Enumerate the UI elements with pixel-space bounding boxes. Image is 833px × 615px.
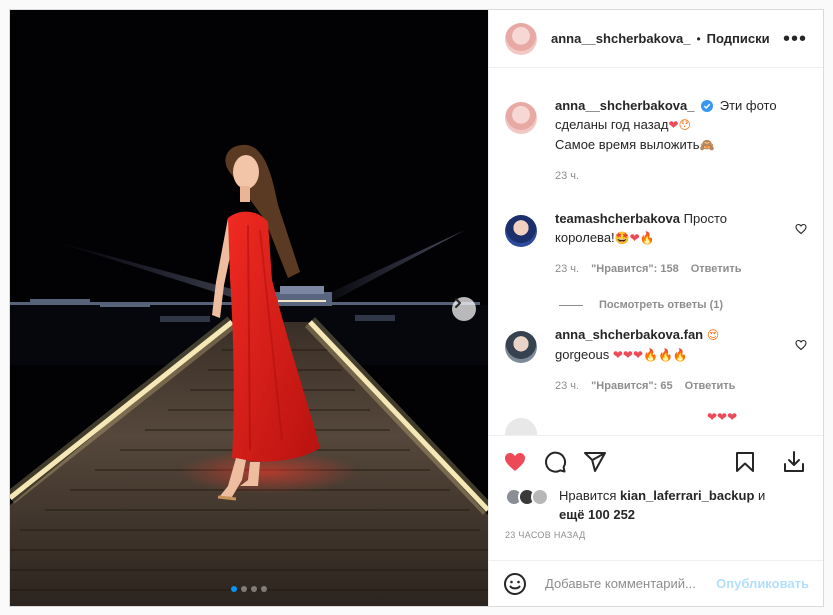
liker-avatars[interactable] (505, 488, 549, 524)
face-emoji: 😯 (678, 118, 692, 132)
red-heart-emoji: ❤ (629, 231, 640, 245)
commenter-avatar[interactable] (505, 215, 537, 247)
likes-and: и (758, 488, 766, 503)
caption-time: 23 ч. (555, 170, 580, 182)
comments-list[interactable]: anna__shcherbakova_ Эти фото сделаны год… (489, 69, 823, 435)
comment-line1: Просто (683, 211, 727, 226)
red-heart-emoji: ❤❤❤ (707, 410, 738, 424)
likes-text: Нравится kian_laferrari_backup и ещё 100… (559, 486, 765, 524)
emoji-button[interactable] (503, 570, 531, 598)
comment-like-heart-icon[interactable] (795, 339, 807, 351)
carousel-dot[interactable] (241, 586, 247, 592)
bookmark-icon (736, 451, 754, 472)
replies-divider (559, 304, 583, 306)
add-comment-bar: Опубликовать (489, 560, 823, 606)
view-replies-label: Посмотреть ответы (1) (599, 299, 724, 311)
comment-line2: королева! (555, 230, 615, 245)
more-options-icon[interactable]: ••• (783, 29, 807, 49)
comment-like-heart-icon[interactable] (795, 223, 807, 235)
post-photo[interactable] (10, 10, 488, 606)
liker-username[interactable]: kian_laferrari_backup (620, 488, 754, 503)
post-header: anna__shcherbakova_ • Подписки ••• (489, 10, 823, 68)
likes-summary: Нравится kian_laferrari_backup и ещё 100… (505, 486, 807, 524)
fire-emoji: 🔥 (639, 231, 655, 245)
share-button[interactable] (583, 442, 623, 482)
author-avatar[interactable] (505, 22, 537, 55)
caption-avatar[interactable] (505, 102, 537, 134)
like-button[interactable] (503, 442, 543, 482)
carousel-dots (10, 586, 488, 592)
post-actions-bar (489, 435, 823, 487)
caption-text: anna__shcherbakova_ Эти фото сделаны год… (555, 96, 787, 155)
star-eyes-emoji: 🤩 (614, 231, 630, 245)
save-button[interactable] (733, 442, 773, 482)
carousel-dot[interactable] (261, 586, 267, 592)
comment-item: ❤❤❤ (505, 410, 807, 435)
fire-emoji: 🔥🔥🔥 (643, 348, 688, 362)
caption-line2: сделаны год назад (555, 117, 669, 132)
reply-button[interactable]: Ответить (685, 377, 736, 396)
red-heart-emoji: ❤❤❤ (612, 348, 644, 362)
comment-body: anna_shcherbakova.fan 😍 gorgeous ❤❤❤🔥🔥🔥 … (555, 325, 787, 396)
carousel-next-button[interactable] (452, 297, 476, 321)
commenter-avatar[interactable] (505, 331, 537, 363)
publish-button[interactable]: Опубликовать (716, 576, 809, 591)
separator-dot: • (696, 31, 701, 46)
caption-username[interactable]: anna__shcherbakova_ (555, 98, 694, 113)
caption-row: anna__shcherbakova_ Эти фото сделаны год… (505, 96, 807, 186)
commenter-avatar[interactable] (505, 418, 537, 435)
carousel-dot[interactable] (251, 586, 257, 592)
heart-eyes-emoji: 😍 (706, 328, 720, 342)
post-timestamp[interactable]: 23 ЧАСОВ НАЗАД (505, 530, 586, 540)
red-heart-emoji: ❤ (668, 118, 679, 132)
reply-button[interactable]: Ответить (691, 260, 742, 279)
likes-count[interactable]: ещё 100 252 (559, 507, 635, 522)
following-button[interactable]: Подписки (707, 31, 770, 46)
caption-body: anna__shcherbakova_ Эти фото сделаны год… (555, 96, 787, 186)
liker-avatar (531, 488, 549, 506)
caption-line3: Самое время выложить (555, 137, 700, 152)
author-username[interactable]: anna__shcherbakova_ (551, 31, 690, 46)
comment-input[interactable] (545, 576, 715, 591)
comment-item: anna_shcherbakova.fan 😍 gorgeous ❤❤❤🔥🔥🔥 … (505, 325, 807, 396)
download-icon (784, 450, 804, 472)
verified-icon (701, 100, 714, 112)
comment-meta: 23 ч. "Нравится": 158 Ответить (555, 260, 787, 279)
emoji-icon (504, 572, 526, 595)
comment-likes[interactable]: "Нравится": 65 (591, 377, 672, 396)
view-replies-button[interactable]: Посмотреть ответы (1) (559, 299, 807, 311)
comment-line2: gorgeous (555, 347, 610, 362)
download-button[interactable] (781, 442, 809, 482)
likes-prefix: Нравится (559, 488, 617, 503)
photo-scene (10, 10, 488, 606)
comment-likes[interactable]: "Нравится": 158 (591, 260, 679, 279)
commenter-username[interactable]: teamashcherbakova (555, 211, 680, 226)
commenter-username[interactable]: anna_shcherbakova.fan (555, 327, 703, 342)
comment-meta: 23 ч. "Нравится": 65 Ответить (555, 377, 787, 396)
heart-icon (505, 452, 525, 471)
monkey-emoji: 🙈 (699, 138, 715, 152)
comment-icon (545, 451, 567, 473)
caption-line1: Эти фото (719, 98, 777, 113)
comment-text: teamashcherbakova Просто королева!🤩❤🔥 (555, 209, 787, 248)
comment-body: teamashcherbakova Просто королева!🤩❤🔥 23… (555, 209, 787, 279)
carousel-dot[interactable] (231, 586, 237, 592)
chevron-right-icon (455, 298, 461, 308)
comment-item: teamashcherbakova Просто королева!🤩❤🔥 23… (505, 209, 807, 279)
actions-right (733, 442, 809, 482)
caption-meta: 23 ч. (555, 167, 787, 186)
comment-text: anna_shcherbakova.fan 😍 gorgeous ❤❤❤🔥🔥🔥 (555, 325, 787, 365)
post-modal: anna__shcherbakova_ • Подписки ••• anna_… (9, 9, 824, 607)
comment-button[interactable] (543, 442, 583, 482)
comment-time: 23 ч. (555, 263, 580, 275)
share-icon (584, 451, 606, 472)
comment-time: 23 ч. (555, 380, 580, 392)
post-side-panel: anna__shcherbakova_ • Подписки ••• anna_… (488, 10, 823, 606)
